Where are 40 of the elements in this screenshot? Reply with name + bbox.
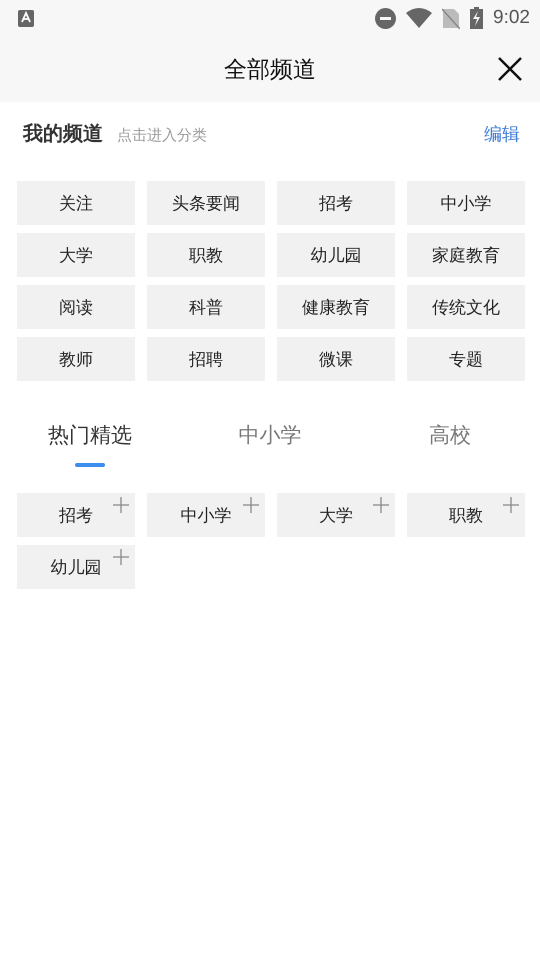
battery-icon [470,7,484,29]
add-channel-tile[interactable]: 幼儿园 [17,545,135,589]
channel-tile[interactable]: 科普 [147,285,265,329]
plus-icon [503,497,519,513]
channel-tile[interactable]: 关注 [17,181,135,225]
add-channel-tile[interactable]: 职教 [407,493,525,537]
do-not-disturb-icon [375,8,396,28]
channel-tile[interactable]: 家庭教育 [407,233,525,277]
channel-tile[interactable]: 教师 [17,337,135,381]
channel-tile[interactable]: 大学 [17,233,135,277]
channel-tile[interactable]: 职教 [147,233,265,277]
channel-tile[interactable]: 传统文化 [407,285,525,329]
wifi-icon [406,8,432,28]
plus-icon [373,497,389,513]
category-tab[interactable]: 高校 [360,421,540,477]
channel-tile[interactable]: 中小学 [407,181,525,225]
plus-icon [113,549,129,565]
channel-tile[interactable]: 微课 [277,337,395,381]
clock-time: 9:02 [493,7,530,29]
section-title: 我的频道 [23,120,103,147]
add-channel-tile[interactable]: 中小学 [147,493,265,537]
page-title: 全部频道 [224,56,316,84]
channel-tile[interactable]: 幼儿园 [277,233,395,277]
section-hint: 点击进入分类 [117,126,207,145]
add-channel-tile[interactable]: 大学 [277,493,395,537]
edit-link[interactable]: 编辑 [484,122,520,146]
channel-tile[interactable]: 招聘 [147,337,265,381]
channel-tile[interactable]: 专题 [407,337,525,381]
keyboard-app-icon [18,10,34,26]
channel-tile[interactable]: 健康教育 [277,285,395,329]
channel-tile[interactable]: 阅读 [17,285,135,329]
close-button[interactable] [496,55,524,83]
category-tab[interactable]: 热门精选 [0,421,180,477]
channel-tile[interactable]: 招考 [277,181,395,225]
channel-tile[interactable]: 头条要闻 [147,181,265,225]
no-sim-icon [442,8,460,28]
plus-icon [243,497,259,513]
category-tab[interactable]: 中小学 [180,421,360,477]
add-channel-tile[interactable]: 招考 [17,493,135,537]
plus-icon [113,497,129,513]
